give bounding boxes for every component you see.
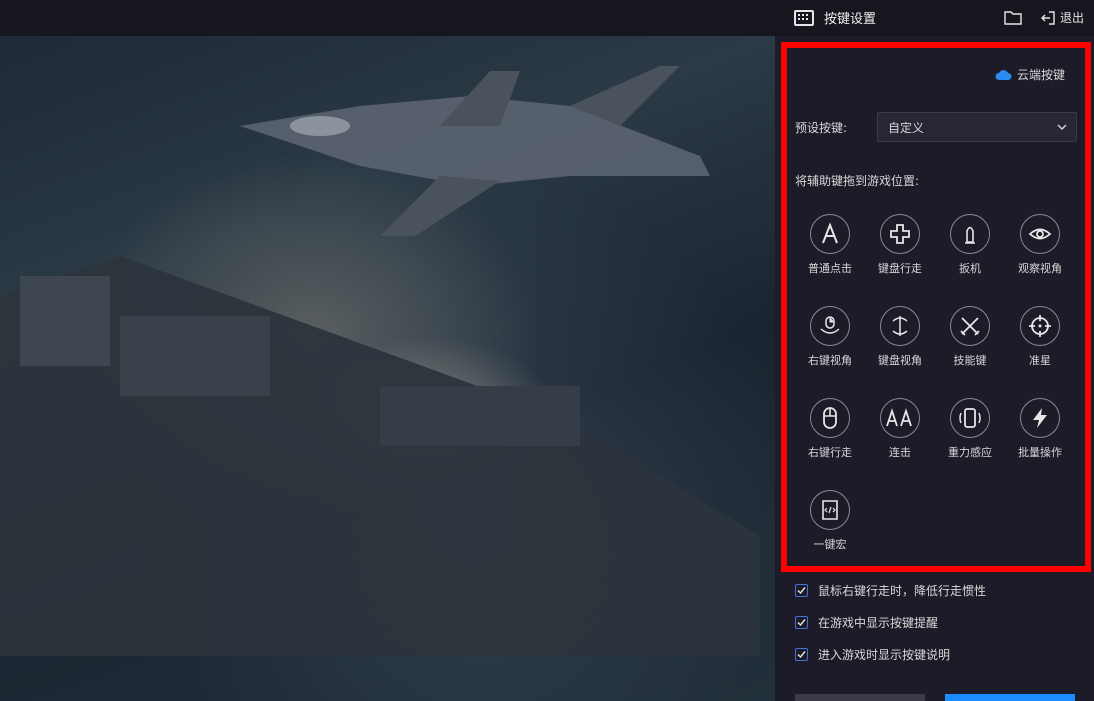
tool-observe-view[interactable]: 观察视角	[1010, 214, 1070, 276]
checkbox[interactable]	[795, 648, 808, 661]
cloud-keys-button[interactable]: 云端按键	[995, 66, 1065, 83]
tool-label: 右键视角	[808, 354, 852, 367]
checkbox-reduce-inertia[interactable]: 鼠标右键行走时，降低行走惯性	[795, 582, 986, 599]
tool-label: 一键宏	[813, 538, 847, 551]
macro-script-icon	[822, 500, 838, 520]
tool-label: 批量操作	[1018, 446, 1062, 459]
eye-icon	[1028, 228, 1052, 240]
title-area: 按键设置	[794, 8, 876, 27]
crossed-swords-icon	[960, 317, 980, 336]
drag-instruction: 将辅助键拖到游戏位置:	[795, 174, 920, 188]
letter-a-icon	[822, 222, 838, 244]
bullet-icon	[965, 226, 975, 244]
tool-label: 重力感应	[948, 446, 992, 459]
exit-button[interactable]: 退出	[1040, 9, 1084, 26]
tool-trigger[interactable]: 扳机	[940, 214, 1000, 276]
tool-right-click-view[interactable]: 右键视角	[800, 306, 860, 368]
cloud-label: 云端按键	[1017, 68, 1066, 82]
exit-icon	[1041, 10, 1055, 25]
checkbox-show-key-guide[interactable]: 进入游戏时显示按键说明	[795, 646, 950, 663]
tool-right-click-walk[interactable]: 右键行走	[800, 398, 860, 460]
tool-label: 准星	[1029, 354, 1051, 367]
checkbox-label: 进入游戏时显示按键说明	[818, 648, 951, 662]
chevron-down-icon	[1057, 124, 1067, 130]
folder-icon[interactable]	[1004, 10, 1022, 29]
phone-tilt-icon	[959, 408, 981, 428]
crosshair-icon	[1029, 315, 1051, 337]
tool-label: 普通点击	[808, 262, 852, 275]
mouse-rotate-icon	[820, 316, 840, 334]
tool-label: 键盘视角	[878, 354, 922, 367]
lightning-icon	[1033, 408, 1047, 428]
tool-tap[interactable]: 普通点击	[800, 214, 860, 276]
tool-label: 观察视角	[1018, 262, 1062, 275]
tool-label: 技能键	[953, 354, 987, 367]
checkbox[interactable]	[795, 616, 808, 629]
primary-button[interactable]	[945, 694, 1075, 701]
mouse-icon	[823, 407, 837, 429]
tool-batch[interactable]: 批量操作	[1010, 398, 1070, 460]
checkbox[interactable]	[795, 584, 808, 597]
preset-dropdown[interactable]: 自定义	[877, 112, 1077, 142]
tool-label: 键盘行走	[878, 262, 922, 275]
checkbox-label: 鼠标右键行走时，降低行走惯性	[818, 584, 987, 598]
keyboard-icon	[794, 9, 814, 26]
exit-label: 退出	[1060, 11, 1085, 25]
tool-crosshair[interactable]: 准星	[1010, 306, 1070, 368]
tool-label: 右键行走	[808, 446, 852, 459]
tool-skill-key[interactable]: 技能键	[940, 306, 1000, 368]
secondary-button[interactable]	[795, 694, 925, 701]
game-viewport[interactable]	[0, 36, 775, 701]
dpad-icon	[890, 224, 910, 244]
tool-keyboard-walk[interactable]: 键盘行走	[870, 214, 930, 276]
panel-title: 按键设置	[824, 12, 877, 27]
cloud-icon	[995, 69, 1012, 80]
tool-macro[interactable]: 一键宏	[800, 490, 860, 552]
checkbox-show-key-hints[interactable]: 在游戏中显示按键提醒	[795, 614, 938, 631]
tool-label: 连击	[889, 446, 911, 459]
check-icon	[797, 651, 806, 659]
check-icon	[797, 587, 806, 595]
preset-label: 预设按键:	[795, 121, 848, 135]
top-bar: 按键设置 退出	[0, 0, 1094, 36]
tool-combo[interactable]: 连击	[870, 398, 930, 460]
rotate-view-icon	[892, 316, 908, 336]
checkbox-label: 在游戏中显示按键提醒	[818, 616, 939, 630]
check-icon	[797, 619, 806, 627]
preset-value: 自定义	[888, 121, 925, 135]
warship-image	[0, 256, 760, 656]
tool-gravity-sensor[interactable]: 重力感应	[940, 398, 1000, 460]
double-a-icon	[886, 408, 912, 427]
tool-label: 扳机	[959, 262, 981, 275]
tool-keyboard-view[interactable]: 键盘视角	[870, 306, 930, 368]
